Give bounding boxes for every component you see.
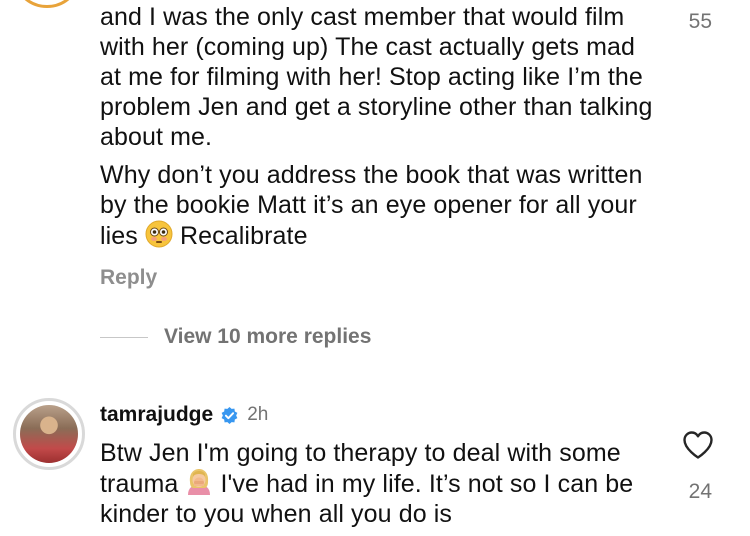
username-link[interactable]: tamrajudge <box>100 403 213 427</box>
comment-header: tamrajudge 2h <box>100 403 268 427</box>
comment-text-segment: Recalibrate <box>172 222 308 250</box>
reply-button[interactable]: Reply <box>100 266 157 290</box>
commenter-avatar[interactable] <box>13 398 85 470</box>
comment-text-part2: Why don’t you address the book that was … <box>100 160 660 251</box>
comment-text: Btw Jen I'm going to therapy to deal wit… <box>100 438 660 529</box>
previous-commenter-avatar[interactable] <box>12 0 82 8</box>
comment-text-part1: and I was the only cast member that woul… <box>100 3 653 151</box>
view-more-replies-button[interactable]: View 10 more replies <box>100 325 371 349</box>
view-more-replies-label: View 10 more replies <box>164 325 372 348</box>
profile-photo <box>20 405 78 463</box>
comment-like-count: 55 <box>688 10 712 33</box>
flushed-face-emoji-icon <box>145 220 173 248</box>
comment-timestamp: 2h <box>247 404 269 425</box>
comment-like-count: 24 <box>688 480 712 503</box>
verified-badge-icon <box>221 406 238 424</box>
divider-line <box>100 336 148 338</box>
heart-icon[interactable] <box>682 430 714 460</box>
comments-thread: and I was the only cast member that woul… <box>0 0 750 536</box>
woman-facepalming-emoji-icon <box>188 469 211 495</box>
